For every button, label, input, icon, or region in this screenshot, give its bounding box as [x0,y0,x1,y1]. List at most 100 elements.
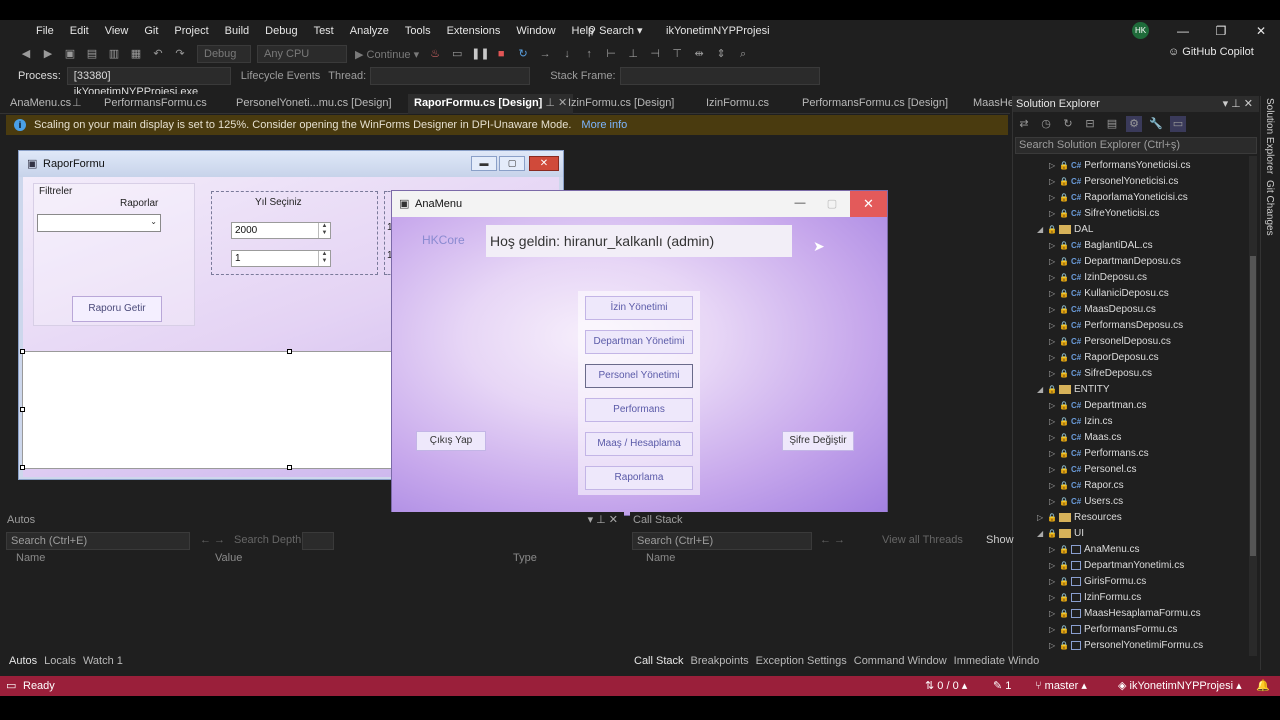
pane-controls-icon[interactable]: ▾ ⊥ ✕ [588,512,618,528]
sync-icon[interactable]: ⇄ [1016,116,1032,132]
more-info-link[interactable]: More info [581,119,627,131]
expand-arrow-icon[interactable]: ▷ [1049,606,1059,622]
filters-group[interactable]: Filtreler Raporlar ⌄ Raporu Getir [33,183,195,326]
tree-item[interactable]: ▷ 🔒 C# Performans.cs [1049,446,1149,462]
selection-handle[interactable] [287,465,292,470]
tree-item[interactable]: ▷ 🔒 C# Izin.cs [1049,414,1113,430]
tree-item[interactable]: ▷ 🔒 C# Users.cs [1049,494,1123,510]
tab-raporformu-design[interactable]: RaporFormu.cs [Design] ⊥ ✕ [408,94,574,114]
expand-arrow-icon[interactable]: ◢ [1037,526,1047,542]
expand-arrow-icon[interactable]: ▷ [1049,638,1059,654]
selection-handle[interactable] [20,465,25,470]
expand-arrow-icon[interactable]: ▷ [1049,286,1059,302]
expand-arrow-icon[interactable]: ◢ [1037,222,1047,238]
tree-item[interactable]: ▷ 🔒 C# PerformansYoneticisi.cs [1049,158,1191,174]
undo-icon[interactable]: ↶ [150,46,166,62]
tab-autos[interactable]: Autos [9,655,37,667]
close-icon[interactable]: ✕ [850,191,887,217]
menu-project[interactable]: Project [166,20,216,42]
menu-debug[interactable]: Debug [257,20,305,42]
menu-test[interactable]: Test [306,20,342,42]
menu-edit[interactable]: Edit [62,20,97,42]
expand-arrow-icon[interactable]: ▷ [1049,542,1059,558]
menu-git[interactable]: Git [136,20,166,42]
preview-icon[interactable]: ▭ [1170,116,1186,132]
tree-item[interactable]: ◢ 🔒 ENTITY [1037,382,1110,398]
tree-item[interactable]: ▷ 🔒 C# PersonelYoneticisi.cs [1049,174,1178,190]
hot-reload-icon[interactable]: ♨ [427,46,443,62]
tree-item[interactable]: ▷ 🔒 C# IzinDeposu.cs [1049,270,1147,286]
tab-exception-settings[interactable]: Exception Settings [756,655,847,667]
col-type[interactable]: Type [513,552,537,564]
personel-yonetimi-button[interactable]: Personel Yönetimi [585,364,693,388]
tree-item[interactable]: ▷ 🔒 GirisFormu.cs [1049,574,1146,590]
restart-icon[interactable]: ↻ [515,46,531,62]
tree-item[interactable]: ▷ 🔒 IzinFormu.cs [1049,590,1141,606]
expand-arrow-icon[interactable]: ▷ [1049,318,1059,334]
expand-arrow-icon[interactable]: ▷ [1049,350,1059,366]
menu-tools[interactable]: Tools [397,20,439,42]
expand-arrow-icon[interactable]: ▷ [1049,478,1059,494]
solution-search-input[interactable]: Search Solution Explorer (Ctrl+ş) [1015,137,1257,154]
expand-arrow-icon[interactable]: ▷ [1049,302,1059,318]
changes-indicator[interactable]: ⇅ 0 / 0 ▴ [925,676,967,696]
tree-item[interactable]: ▷ 🔒 AnaMenu.cs [1049,542,1140,558]
maas-hesaplama-button[interactable]: Maaş / Hesaplama [585,432,693,456]
menu-build[interactable]: Build [217,20,257,42]
tree-item[interactable]: ▷ 🔒 C# RaporDeposu.cs [1049,350,1159,366]
step-over-icon[interactable]: → [537,46,553,62]
account-avatar[interactable]: HK [1132,22,1149,39]
tab-performansformu-cs[interactable]: PerformansFormu.cs [104,94,207,114]
continue-button[interactable]: ▶ Continue ▾ [355,48,419,61]
expand-arrow-icon[interactable]: ▷ [1049,446,1059,462]
performans-button[interactable]: Performans [585,398,693,422]
history-icon[interactable]: ◷ [1038,116,1054,132]
tab-watch1[interactable]: Watch 1 [83,655,123,667]
year-group[interactable]: Yıl Seçiniz 2000 ▲ ▼ 1 ▲ ▼ [211,191,378,275]
expand-arrow-icon[interactable]: ▷ [1049,158,1059,174]
col-value[interactable]: Value [215,552,242,564]
selection-handle[interactable] [20,407,25,412]
step-into-icon[interactable]: ↓ [559,46,575,62]
tree-scrollbar[interactable] [1249,156,1257,656]
expand-arrow-icon[interactable]: ▷ [1049,494,1059,510]
autos-search-input[interactable]: Search (Ctrl+E) [6,532,190,550]
lifecycle-events-dropdown[interactable]: Lifecycle Events [241,70,320,82]
properties-icon[interactable]: 🔧 [1148,116,1164,132]
expand-arrow-icon[interactable]: ▷ [1049,238,1059,254]
get-report-button[interactable]: Raporu Getir [72,296,162,322]
tab-close-icon[interactable]: ⊥ ✕ [545,97,567,109]
restore-window-icon[interactable]: ❐ [1206,20,1236,42]
save-icon[interactable]: ▥ [106,46,122,62]
tree-item[interactable]: ▷ 🔒 C# Personel.cs [1049,462,1136,478]
tree-item[interactable]: ▷ 🔒 PerformansFormu.cs [1049,622,1177,638]
tree-item[interactable]: ▷ 🔒 C# RaporlamaYoneticisi.cs [1049,190,1188,206]
nav-arrows-icon[interactable]: ← → [820,534,845,546]
collapse-icon[interactable]: ⊟ [1082,116,1098,132]
menu-view[interactable]: View [97,20,137,42]
departman-yonetimi-button[interactable]: Departman Yönetimi [585,330,693,354]
stop-icon[interactable]: ■ [493,46,509,62]
tab-izinformu-design[interactable]: IzinFormu.cs [Design] [568,94,674,114]
raporlama-button[interactable]: Raporlama [585,466,693,490]
search-button[interactable]: ⚲ Search ▾ [588,20,643,42]
expand-arrow-icon[interactable]: ▷ [1049,590,1059,606]
nav-arrows-icon[interactable]: ← → [200,534,225,546]
new-item-icon[interactable]: ▣ [62,46,78,62]
save-all-icon[interactable]: ▦ [128,46,144,62]
forward-icon[interactable]: ▶ [40,46,56,62]
open-folder-icon[interactable]: ▤ [84,46,100,62]
tree-item[interactable]: ◢ 🔒 DAL [1037,222,1093,238]
expand-arrow-icon[interactable]: ▷ [1049,254,1059,270]
tree-item[interactable]: ▷ 🔒 C# MaasDeposu.cs [1049,302,1156,318]
expand-arrow-icon[interactable]: ▷ [1049,190,1059,206]
tree-item[interactable]: ▷ 🔒 DepartmanYonetimi.cs [1049,558,1184,574]
expand-arrow-icon[interactable]: ▷ [1049,366,1059,382]
spacing-icon[interactable]: ⇹ [691,46,707,62]
filter-icon[interactable]: ⚙ [1126,116,1142,132]
git-changes-side-tab[interactable]: Git Changes [1264,180,1275,236]
change-password-button[interactable]: Şifre Değiştir [782,431,854,451]
tree-item[interactable]: ▷ 🔒 C# Maas.cs [1049,430,1121,446]
back-icon[interactable]: ◀ [18,46,34,62]
izin-yonetimi-button[interactable]: İzin Yönetimi [585,296,693,320]
